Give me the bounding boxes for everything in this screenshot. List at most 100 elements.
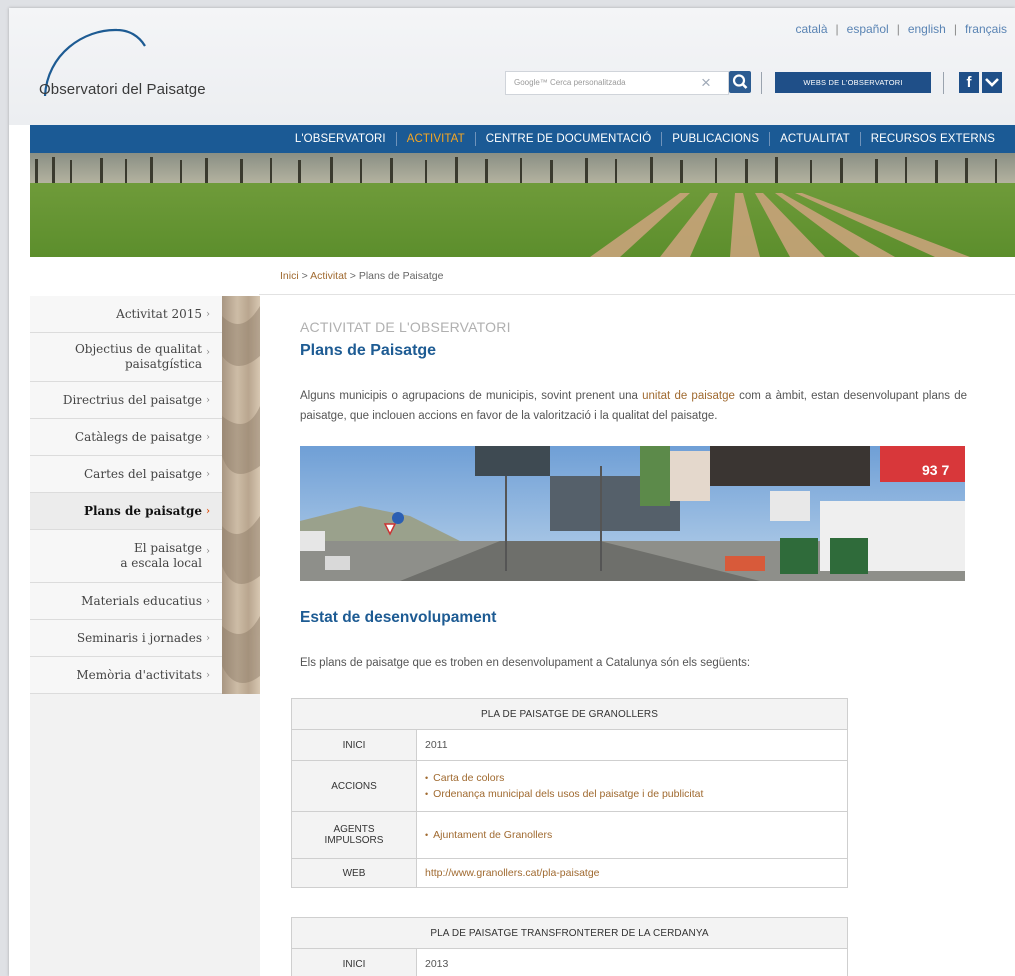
sidebar-item-label: Directrius del paisatge [62,392,202,407]
sidebar-item-paisatge-local[interactable]: El paisatge a escala local › [30,530,222,583]
nav-item-centre-documentacio[interactable]: CENTRE DE DOCUMENTACIÓ [476,133,662,145]
breadcrumb: Inici > Activitat > Plans de Paisatge [280,270,443,282]
sidebar-item-activitat-2015[interactable]: Activitat 2015 › [30,296,222,333]
breadcrumb-divider [259,294,1015,295]
lang-separator: | [953,22,957,36]
unitat-paisatge-link[interactable]: unitat de paisatge [642,390,735,402]
breadcrumb-separator: > [298,270,311,282]
value-inici: 2013 [416,948,848,976]
breadcrumb-current: Plans de Paisatge [358,270,444,282]
nav-item-actualitat[interactable]: ACTUALITAT [770,133,860,145]
label-inici: INICI [291,729,417,761]
sidebar-item-label-line1: El paisatge [133,541,202,555]
section-label: ACTIVITAT DE L'OBSERVATORI [300,319,511,335]
sidebar: Activitat 2015 › Objectius de qualitat pai… [30,296,260,976]
sidebar-item-label-line2: paisatgística [124,357,202,371]
value-inici: 2011 [416,729,848,761]
header-divider [943,72,944,94]
page: Observatori del Paisatge català | español |… [9,8,1015,976]
section-heading: Estat de desenvolupament [300,609,497,626]
value-accions: Carta de colors Ordenança municipal dels… [416,760,848,812]
sidebar-item-directrius[interactable]: Directrius del paisatge › [30,382,222,419]
logo[interactable]: Observatori del Paisatge [39,24,249,104]
sidebar-item-catalegs[interactable]: Catàlegs de paisatge › [30,419,222,456]
sidebar-item-plans-paisatge[interactable]: Plans de paisatge › [30,493,222,530]
search-icon [732,74,748,89]
plan-table-cerdanya: PLA DE PAISATGE TRANSFRONTERER DE LA CER… [291,917,848,976]
sidebar-item-label: Cartes del paisatge [84,466,202,481]
nav-item-recursos-externs[interactable]: RECURSOS EXTERNS [861,133,1005,145]
nav-item-publicacions[interactable]: PUBLICACIONS [662,133,769,145]
breadcrumb-separator: > [346,270,359,282]
chevron-right-icon: › [206,394,210,406]
nav-item-observatori[interactable]: L'OBSERVATORI [285,133,396,145]
label-agents: AGENTS IMPULSORS [291,811,417,859]
sidebar-item-label: Activitat 2015 [116,306,202,321]
header-divider [761,72,762,94]
facebook-icon[interactable]: f [959,72,979,93]
logo-text: Observatori del Paisatge [39,81,206,98]
label-agents-line1: AGENTS [333,824,375,835]
chevron-right-icon: › [206,632,210,644]
label-accions: ACCIONS [291,760,417,812]
label-agents-line2: IMPULSORS [324,835,384,846]
search-placeholder: Google™ Cerca personalitzada [514,78,626,87]
sidebar-item-label: Memòria d'activitats [76,667,202,682]
chevron-right-icon: › [206,669,210,681]
sidebar-item-label: Catàlegs de paisatge [74,429,202,444]
accio-link[interactable]: Carta de colors [425,770,847,786]
twitter-icon[interactable] [982,72,1002,93]
web-link[interactable]: http://www.granollers.cat/pla-paisatge [416,858,848,888]
chevron-right-icon: › [206,431,210,443]
main-navigation: L'OBSERVATORI ACTIVITAT CENTRE DE DOCUME… [30,125,1015,153]
label-web: WEB [291,858,417,888]
sidebar-decorative-image [222,296,260,694]
sidebar-item-memoria[interactable]: Memòria d'activitats › [30,657,222,694]
value-agents: Ajuntament de Granollers [416,811,848,859]
page-title: Plans de Paisatge [300,342,437,359]
landscape-photo: 93 7 [300,446,965,581]
lang-english[interactable]: english [908,22,946,36]
chevron-right-icon: › [206,308,210,320]
intro-paragraph: Alguns municipis o agrupacions de munici… [300,386,967,426]
table-title: PLA DE PAISATGE DE GRANOLLERS [291,698,848,730]
sidebar-item-seminaris[interactable]: Seminaris i jornades › [30,620,222,657]
sidebar-item-cartes[interactable]: Cartes del paisatge › [30,456,222,493]
sidebar-item-materials-educatius[interactable]: Materials educatius › [30,583,222,620]
breadcrumb-activitat[interactable]: Activitat [310,270,347,282]
lang-espanol[interactable]: español [847,22,889,36]
sidebar-item-label-line2: a escala local [120,556,202,570]
sidebar-item-label: Plans de paisatge [83,503,202,518]
site-header: Observatori del Paisatge català | español |… [9,8,1015,125]
chevron-right-icon: › [206,505,210,517]
clear-search-icon[interactable]: × [701,74,711,92]
search-input[interactable]: Google™ Cerca personalitzada × [505,71,729,95]
lang-francais[interactable]: français [965,22,1007,36]
intro-text: Alguns municipis o agrupacions de munici… [300,390,643,402]
plan-table-granollers: PLA DE PAISATGE DE GRANOLLERS INICI 2011… [291,698,848,888]
section-paragraph: Els plans de paisatge que es troben en d… [300,657,751,669]
nav-item-activitat[interactable]: ACTIVITAT [397,133,475,145]
agent-link[interactable]: Ajuntament de Granollers [425,827,847,843]
table-title: PLA DE PAISATGE TRANSFRONTERER DE LA CER… [291,917,848,949]
breadcrumb-inici[interactable]: Inici [280,270,299,282]
accio-link[interactable]: Ordenança municipal dels usos del paisat… [425,786,847,802]
sidebar-item-label: Objectius de qualitat paisatgística [75,342,202,372]
sidebar-item-label: Seminaris i jornades [76,630,202,645]
lang-separator: | [835,22,839,36]
chevron-right-icon: › [206,347,210,358]
lang-catala[interactable]: català [795,22,827,36]
sidebar-item-label-line1: Objectius de qualitat [74,342,202,356]
chevron-right-icon: › [206,595,210,607]
label-inici: INICI [291,948,417,976]
chevron-right-icon: › [206,468,210,480]
sidebar-item-label: Materials educatius [81,593,202,608]
sidebar-item-label: El paisatge a escala local [120,541,202,571]
chevron-right-icon: › [206,546,210,557]
sidebar-item-objectius-qualitat[interactable]: Objectius de qualitat paisatgística › [30,333,222,382]
billboard-text: 93 7 [922,462,949,478]
lang-separator: | [896,22,900,36]
search-button[interactable] [729,71,751,93]
webs-observatori-button[interactable]: WEBS DE L'OBSERVATORI [775,72,931,93]
header-banner-image [30,153,1015,257]
